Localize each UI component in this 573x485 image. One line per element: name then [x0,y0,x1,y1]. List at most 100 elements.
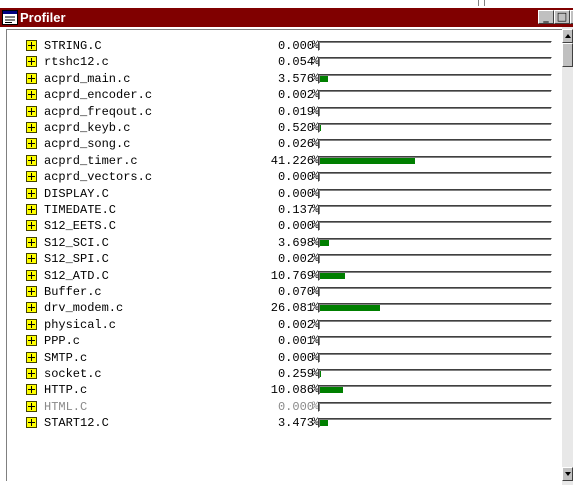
usage-bar [318,123,552,133]
expand-icon[interactable] [26,220,37,231]
expand-icon[interactable] [26,155,37,166]
file-name: acprd_song.c [44,137,131,151]
file-name: HTTP.c [44,383,88,397]
usage-bar [318,353,552,363]
file-name: acprd_timer.c [44,154,138,168]
percent-value: 0.137 [277,203,314,217]
title-bar[interactable]: Profiler _ □ × [0,8,573,27]
divider [478,0,479,6]
expand-icon[interactable] [26,286,37,297]
file-name: S12_SCI.C [44,236,109,250]
usage-bar [318,418,552,428]
minimize-icon: _ [543,10,549,23]
file-name: Buffer.c [44,285,102,299]
expand-icon[interactable] [26,56,37,67]
file-name: physical.c [44,318,117,332]
expand-icon[interactable] [26,384,37,395]
expand-icon[interactable] [26,417,37,428]
minimize-button[interactable]: _ [538,10,554,24]
file-name: STRING.C [44,39,102,53]
expand-icon[interactable] [26,319,37,330]
percent-value: 3.698 [277,236,314,250]
expand-icon[interactable] [26,335,37,346]
usage-bar [318,369,552,379]
percent-value: 0.259 [277,367,314,381]
expand-icon[interactable] [26,368,37,379]
expand-icon[interactable] [26,352,37,363]
usage-bar [318,287,552,297]
percent-value: 0.000 [277,187,314,201]
usage-bar [318,156,552,166]
percent-value: 0.026 [277,137,314,151]
percent-value: 0.019 [277,105,314,119]
expand-icon[interactable] [26,302,37,313]
percent-value: 26.081 [270,301,314,315]
file-name: TIMEDATE.C [44,203,117,217]
percent-value: 0.000 [277,170,314,184]
file-name: acprd_freqout.c [44,105,153,119]
usage-bar [318,107,552,117]
usage-bar [318,320,552,330]
percent-value: 0.070 [277,285,314,299]
percent-value: 0.002 [277,318,314,332]
percent-value: 10.086 [270,383,314,397]
usage-bar-fill [320,387,343,393]
usage-bar-fill [320,125,321,131]
percent-value: 3.576 [277,72,314,86]
expand-icon[interactable] [26,237,37,248]
usage-bar [318,402,552,412]
usage-bar [318,90,552,100]
scroll-up-button[interactable] [562,29,573,43]
usage-bar [318,254,552,264]
percent-value: 0.520 [277,121,314,135]
usage-bar-fill [320,273,345,279]
maximize-button[interactable]: □ [554,10,570,24]
percent-value: 41.226 [270,154,314,168]
expand-icon[interactable] [26,253,37,264]
usage-bar [318,139,552,149]
file-name: START12.C [44,416,109,430]
usage-bar [318,271,552,281]
file-name: DISPLAY.C [44,187,109,201]
file-name: PPP.c [44,334,81,348]
expand-icon[interactable] [26,401,37,412]
expand-icon[interactable] [26,40,37,51]
expand-icon[interactable] [26,138,37,149]
percent-value: 3.473 [277,416,314,430]
file-name: rtshc12.c [44,55,109,69]
percent-value: 0.002 [277,88,314,102]
expand-icon[interactable] [26,204,37,215]
expand-icon[interactable] [26,171,37,182]
usage-bar-fill [320,305,380,311]
file-name: S12_ATD.C [44,269,109,283]
expand-icon[interactable] [26,89,37,100]
usage-bar-fill [320,371,321,377]
expand-icon[interactable] [26,106,37,117]
percent-value: 0.000 [277,39,314,53]
profiler-window-icon[interactable] [2,10,18,25]
expand-icon[interactable] [26,270,37,281]
percent-value: 0.001 [277,334,314,348]
scroll-down-button[interactable] [562,467,573,481]
usage-bar-fill [320,420,328,426]
usage-bar [318,189,552,199]
usage-bar [318,74,552,84]
percent-value: 0.000 [277,219,314,233]
usage-bar-fill [320,240,329,246]
expand-icon[interactable] [26,73,37,84]
expand-icon[interactable] [26,122,37,133]
file-name: SMTP.c [44,351,88,365]
percent-value: 0.054 [277,55,314,69]
usage-bar [318,336,552,346]
file-name: socket.c [44,367,102,381]
usage-bar [318,172,552,182]
vertical-scrollbar[interactable] [562,27,573,485]
usage-bar [318,385,552,395]
file-name: acprd_main.c [44,72,131,86]
file-name: S12_SPI.C [44,252,109,266]
divider [484,0,485,6]
maximize-icon: □ [556,10,568,23]
scroll-thumb[interactable] [562,43,573,67]
usage-bar-fill [320,76,328,82]
expand-icon[interactable] [26,188,37,199]
